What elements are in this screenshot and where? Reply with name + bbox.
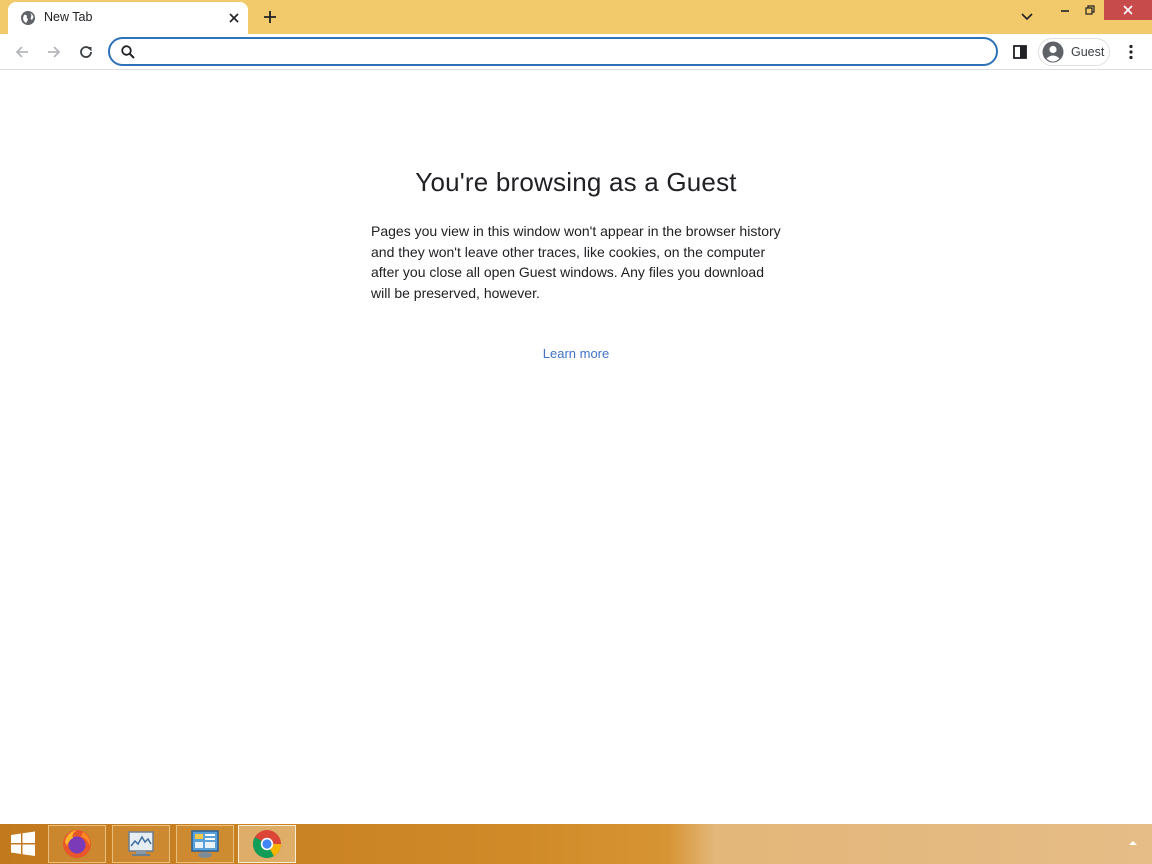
taskbar xyxy=(0,824,1152,864)
menu-button[interactable] xyxy=(1117,38,1145,66)
tab-title: New Tab xyxy=(44,10,93,24)
firefox-icon xyxy=(63,830,91,858)
tray-overflow-button[interactable] xyxy=(1126,836,1140,850)
chevron-down-icon xyxy=(1021,13,1033,21)
profile-button[interactable]: Guest xyxy=(1038,38,1110,66)
back-button[interactable] xyxy=(8,38,36,66)
guest-description: Pages you view in this window won't appe… xyxy=(371,223,781,301)
learn-more-link[interactable]: Learn more xyxy=(0,346,1152,361)
tab-new-tab[interactable]: New Tab xyxy=(8,2,248,34)
guest-page: You're browsing as a Guest Pages you vie… xyxy=(0,71,1152,824)
taskbar-chrome[interactable] xyxy=(238,825,296,863)
new-tab-button[interactable] xyxy=(258,5,282,29)
start-button[interactable] xyxy=(6,830,40,858)
search-icon xyxy=(121,45,135,59)
control-panel-icon xyxy=(191,830,219,858)
globe-icon xyxy=(21,11,35,25)
windows-logo-icon xyxy=(11,831,35,856)
minimize-icon xyxy=(1061,10,1069,12)
system-monitor-icon xyxy=(128,831,154,856)
forward-button[interactable] xyxy=(40,38,68,66)
reload-button[interactable] xyxy=(72,38,100,66)
profile-label: Guest xyxy=(1071,45,1105,59)
address-input[interactable] xyxy=(144,42,984,62)
chrome-icon xyxy=(253,830,281,858)
arrow-left-icon xyxy=(15,46,28,58)
tab-close-button[interactable] xyxy=(224,8,244,28)
title-bar: New Tab xyxy=(0,0,1152,34)
reload-icon xyxy=(80,46,92,58)
browser-toolbar: Guest xyxy=(0,34,1152,70)
account-circle-icon xyxy=(1042,41,1064,63)
side-panel-button[interactable] xyxy=(1006,38,1034,66)
restore-button[interactable] xyxy=(1079,0,1101,20)
taskbar-control-panel[interactable] xyxy=(176,825,234,863)
close-icon xyxy=(1123,5,1133,15)
page-title: You're browsing as a Guest xyxy=(415,167,737,197)
address-bar[interactable] xyxy=(108,37,998,66)
minimize-button[interactable] xyxy=(1054,0,1076,20)
tab-search-button[interactable] xyxy=(1016,6,1038,28)
taskbar-firefox[interactable] xyxy=(48,825,106,863)
close-window-button[interactable] xyxy=(1104,0,1152,20)
arrow-right-icon xyxy=(48,46,61,58)
plus-icon xyxy=(264,11,276,23)
taskbar-system-monitor[interactable] xyxy=(112,825,170,863)
close-icon xyxy=(229,13,239,23)
restore-icon xyxy=(1085,5,1095,15)
kebab-menu-icon xyxy=(1129,44,1133,60)
chevron-up-icon xyxy=(1129,841,1137,845)
side-panel-icon xyxy=(1013,45,1027,59)
